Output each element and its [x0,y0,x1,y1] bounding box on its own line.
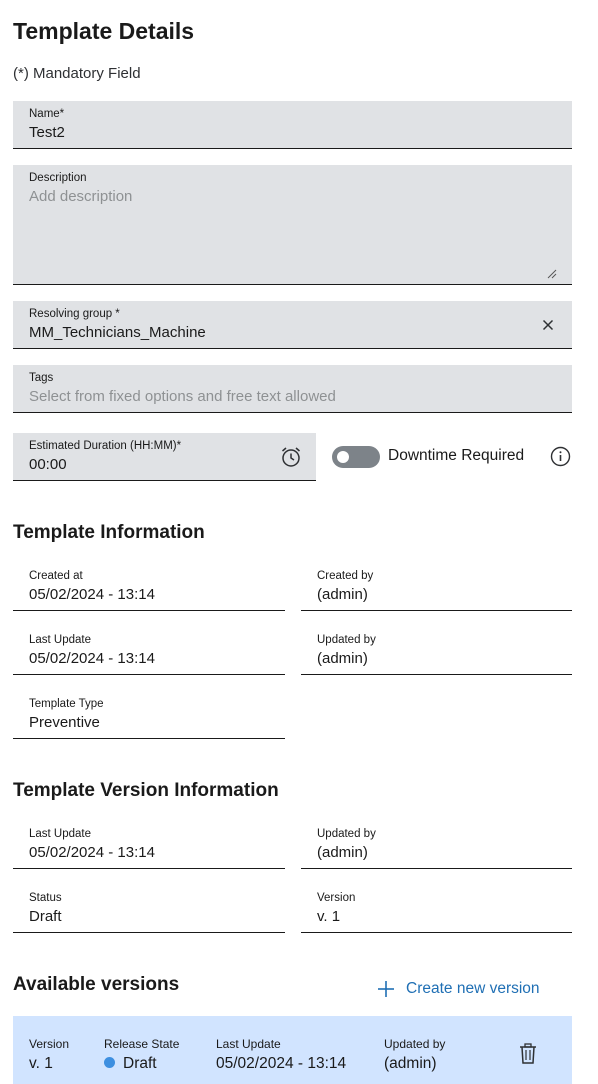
updated-by-value: (admin) [317,650,368,667]
version-info-heading: Template Version Information [13,780,279,801]
page-title: Template Details [13,18,195,44]
version-label: Version [317,892,356,904]
version-updated-by-label: Updated by [317,828,376,840]
version-value: v. 1 [317,908,341,925]
alarm-clock-icon[interactable] [280,446,302,468]
created-at-field: Created at 05/02/2024 - 13:14 [13,563,285,611]
last-update-field: Last Update 05/02/2024 - 13:14 [13,627,285,675]
resize-handle-icon[interactable] [547,269,557,279]
downtime-label: Downtime Required [388,447,525,464]
version-col-value: v. 1 [29,1055,53,1072]
mandatory-note: (*) Mandatory Field [13,65,141,82]
downtime-toggle[interactable] [332,446,380,468]
version-updated-by-value: (admin) [317,844,368,861]
created-by-field: Created by (admin) [301,563,572,611]
name-value: Test2 [29,124,65,141]
tags-placeholder: Select from fixed options and free text … [29,388,336,405]
plus-icon [378,981,394,997]
row-last-update-label: Last Update [216,1037,281,1051]
created-at-label: Created at [29,570,83,582]
created-at-value: 05/02/2024 - 13:14 [29,586,155,603]
last-update-value: 05/02/2024 - 13:14 [29,650,155,667]
last-update-label: Last Update [29,634,92,646]
template-type-label: Template Type [29,698,104,710]
row-last-update-value: 05/02/2024 - 13:14 [216,1055,347,1072]
description-label: Description [29,172,87,184]
status-dot-icon [104,1057,115,1068]
version-last-update-value: 05/02/2024 - 13:14 [29,844,155,861]
name-label: Name* [29,108,65,120]
created-by-label: Created by [317,570,374,582]
estimated-duration-label: Estimated Duration (HH:MM)* [29,440,182,452]
updated-by-field: Updated by (admin) [301,627,572,675]
resolving-group-value: MM_Technicians_Machine [29,324,206,341]
tags-field[interactable]: Tags Select from fixed options and free … [13,365,572,413]
status-value: Draft [29,908,62,925]
version-last-update-label: Last Update [29,828,92,840]
estimated-duration-value: 00:00 [29,456,67,473]
estimated-duration-field[interactable]: Estimated Duration (HH:MM)* 00:00 [13,433,316,481]
create-new-version-button[interactable]: Create new version [376,978,540,1000]
updated-by-label: Updated by [317,634,376,646]
version-field: Version v. 1 [301,885,572,933]
resolving-group-label: Resolving group * [29,308,120,320]
template-type-field: Template Type Preventive [13,691,285,739]
resolving-group-field[interactable]: Resolving group * MM_Technicians_Machine [13,301,572,349]
clear-icon[interactable] [542,319,554,331]
version-col-label: Version [29,1037,70,1051]
info-icon[interactable] [550,446,571,467]
toggle-knob [337,451,349,463]
available-versions-heading: Available versions [13,974,180,995]
version-last-update-field: Last Update 05/02/2024 - 13:14 [13,821,285,869]
row-updated-by-label: Updated by [384,1037,446,1051]
template-type-value: Preventive [29,714,100,731]
created-by-value: (admin) [317,586,368,603]
row-updated-by-value: (admin) [384,1055,437,1072]
version-updated-by-field: Updated by (admin) [301,821,572,869]
description-field[interactable]: Description Add description [13,165,572,285]
release-state-value: Draft [104,1055,157,1073]
template-info-heading: Template Information [13,522,205,543]
release-state-text: Draft [123,1055,157,1072]
status-field: Status Draft [13,885,285,933]
version-row[interactable]: Version v. 1 Release State Draft Last Up… [13,1016,572,1084]
tags-label: Tags [29,372,54,384]
name-field[interactable]: Name* Test2 [13,101,572,149]
trash-icon[interactable] [518,1043,538,1065]
create-new-version-label: Create new version [406,980,540,997]
description-placeholder: Add description [29,188,133,205]
status-label: Status [29,892,62,904]
release-state-label: Release State [104,1037,180,1051]
